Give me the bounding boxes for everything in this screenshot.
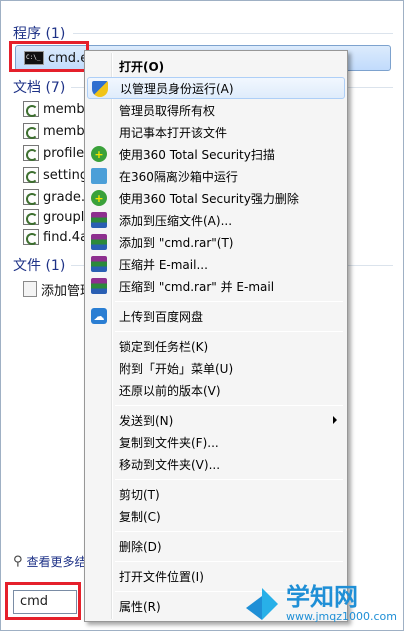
document-item[interactable]: membe bbox=[23, 99, 93, 119]
menu-item-send-to[interactable]: 发送到(N) bbox=[87, 409, 345, 431]
menu-item-upload-baidu[interactable]: ☁ 上传到百度网盘 bbox=[87, 305, 345, 327]
document-icon bbox=[23, 123, 39, 139]
document-item[interactable]: find.4a bbox=[23, 227, 93, 247]
baidu-cloud-icon: ☁ bbox=[91, 308, 107, 324]
document-label: grade. bbox=[43, 189, 85, 205]
document-label: setting bbox=[43, 167, 89, 183]
context-menu: 打开(O) 以管理员身份运行(A) 管理员取得所有权 用记事本打开该文件 + 使用… bbox=[84, 50, 348, 622]
menu-separator bbox=[115, 331, 343, 332]
file-icon bbox=[23, 281, 37, 297]
menu-label: 使用360 Total Security扫描 bbox=[119, 147, 275, 162]
menu-item-compress-cmd-rar-email[interactable]: 压缩到 "cmd.rar" 并 E-mail bbox=[87, 275, 345, 297]
see-more-link[interactable]: ⚲ 查看更多结 bbox=[13, 553, 93, 570]
menu-item-open-notepad[interactable]: 用记事本打开该文件 bbox=[87, 121, 345, 143]
menu-item-take-ownership[interactable]: 管理员取得所有权 bbox=[87, 99, 345, 121]
watermark-title: 学知网 bbox=[286, 582, 358, 611]
menu-label: 打开文件位置(I) bbox=[119, 569, 204, 584]
documents-header: 文档 (7) bbox=[13, 80, 66, 96]
menu-label: 复制(C) bbox=[119, 509, 161, 524]
menu-separator bbox=[115, 561, 343, 562]
menu-item-copy-to-folder[interactable]: 复制到文件夹(F)... bbox=[87, 431, 345, 453]
menu-item-move-to-folder[interactable]: 移动到文件夹(V)... bbox=[87, 453, 345, 475]
winrar-icon bbox=[91, 234, 107, 250]
menu-item-360-scan[interactable]: + 使用360 Total Security扫描 bbox=[87, 143, 345, 165]
search-input[interactable]: cmd bbox=[13, 590, 77, 614]
menu-item-360-sandbox[interactable]: 在360隔离沙箱中运行 bbox=[87, 165, 345, 187]
menu-label: 附到「开始」菜单(U) bbox=[119, 361, 234, 376]
menu-label: 复制到文件夹(F)... bbox=[119, 435, 219, 450]
document-label: groupl bbox=[43, 209, 85, 225]
menu-separator bbox=[115, 405, 343, 406]
menu-item-open[interactable]: 打开(O) bbox=[87, 55, 345, 77]
submenu-arrow-icon bbox=[333, 416, 337, 424]
menu-item-pin-start[interactable]: 附到「开始」菜单(U) bbox=[87, 357, 345, 379]
document-item[interactable]: setting bbox=[23, 165, 93, 185]
menu-item-add-archive[interactable]: 添加到压缩文件(A)... bbox=[87, 209, 345, 231]
document-icon bbox=[23, 229, 39, 245]
watermark-url: www.jmqz1000.com bbox=[286, 609, 397, 623]
menu-item-run-as-admin[interactable]: 以管理员身份运行(A) bbox=[87, 77, 345, 99]
document-label: find.4a bbox=[43, 229, 89, 245]
document-item[interactable]: membe bbox=[23, 121, 93, 141]
document-icon bbox=[23, 145, 39, 161]
menu-label: 上传到百度网盘 bbox=[119, 309, 204, 324]
menu-label: 压缩并 E-mail... bbox=[119, 257, 208, 272]
menu-item-pin-taskbar[interactable]: 锁定到任务栏(K) bbox=[87, 335, 345, 357]
document-icon bbox=[23, 209, 39, 225]
menu-item-add-cmd-rar[interactable]: 添加到 "cmd.rar"(T) bbox=[87, 231, 345, 253]
see-more-label: 查看更多结 bbox=[26, 555, 87, 569]
search-value: cmd bbox=[20, 594, 49, 609]
menu-label: 删除(D) bbox=[119, 539, 162, 554]
winrar-icon bbox=[91, 278, 107, 294]
document-item[interactable]: profile. bbox=[23, 143, 93, 163]
menu-item-360-force-delete[interactable]: + 使用360 Total Security强力删除 bbox=[87, 187, 345, 209]
document-item[interactable]: grade. bbox=[23, 187, 93, 207]
menu-label: 还原以前的版本(V) bbox=[119, 383, 221, 398]
menu-separator bbox=[115, 301, 343, 302]
menu-label: 剪切(T) bbox=[119, 487, 160, 502]
menu-label: 使用360 Total Security强力删除 bbox=[119, 191, 299, 206]
winrar-icon bbox=[91, 256, 107, 272]
menu-label: 添加到 "cmd.rar"(T) bbox=[119, 235, 234, 250]
document-label: profile. bbox=[43, 145, 89, 161]
winrar-icon bbox=[91, 212, 107, 228]
menu-label: 在360隔离沙箱中运行 bbox=[119, 169, 238, 184]
site-logo-icon bbox=[244, 584, 282, 622]
menu-label: 管理员取得所有权 bbox=[119, 103, 216, 118]
security-360-icon: + bbox=[91, 146, 107, 162]
menu-label: 添加到压缩文件(A)... bbox=[119, 213, 233, 228]
search-icon: ⚲ bbox=[13, 554, 23, 569]
security-360-icon: + bbox=[91, 190, 107, 206]
programs-header: 程序 (1) bbox=[13, 26, 66, 42]
menu-item-cut[interactable]: 剪切(T) bbox=[87, 483, 345, 505]
menu-separator bbox=[115, 531, 343, 532]
menu-separator bbox=[115, 479, 343, 480]
file-item[interactable]: 添加管理 bbox=[23, 279, 93, 299]
divider bbox=[73, 33, 393, 34]
sandbox-icon bbox=[91, 168, 107, 184]
files-header: 文件 (1) bbox=[13, 258, 66, 274]
menu-label: 压缩到 "cmd.rar" 并 E-mail bbox=[119, 279, 275, 294]
watermark: 学知网 www.jmqz1000.com bbox=[244, 578, 404, 628]
menu-label: 用记事本打开该文件 bbox=[119, 125, 228, 140]
document-icon bbox=[23, 101, 39, 117]
menu-item-restore-versions[interactable]: 还原以前的版本(V) bbox=[87, 379, 345, 401]
document-item[interactable]: groupl bbox=[23, 207, 93, 227]
document-icon bbox=[23, 189, 39, 205]
menu-label: 属性(R) bbox=[119, 599, 161, 614]
uac-shield-icon bbox=[92, 81, 108, 97]
menu-label: 以管理员身份运行(A) bbox=[120, 81, 234, 96]
menu-label: 发送到(N) bbox=[119, 413, 174, 428]
console-icon: C:\_ bbox=[24, 51, 44, 65]
menu-label: 打开(O) bbox=[119, 59, 165, 74]
menu-label: 移动到文件夹(V)... bbox=[119, 457, 221, 472]
menu-label: 锁定到任务栏(K) bbox=[119, 339, 209, 354]
menu-item-compress-email[interactable]: 压缩并 E-mail... bbox=[87, 253, 345, 275]
menu-item-delete[interactable]: 删除(D) bbox=[87, 535, 345, 557]
document-icon bbox=[23, 167, 39, 183]
menu-item-copy[interactable]: 复制(C) bbox=[87, 505, 345, 527]
